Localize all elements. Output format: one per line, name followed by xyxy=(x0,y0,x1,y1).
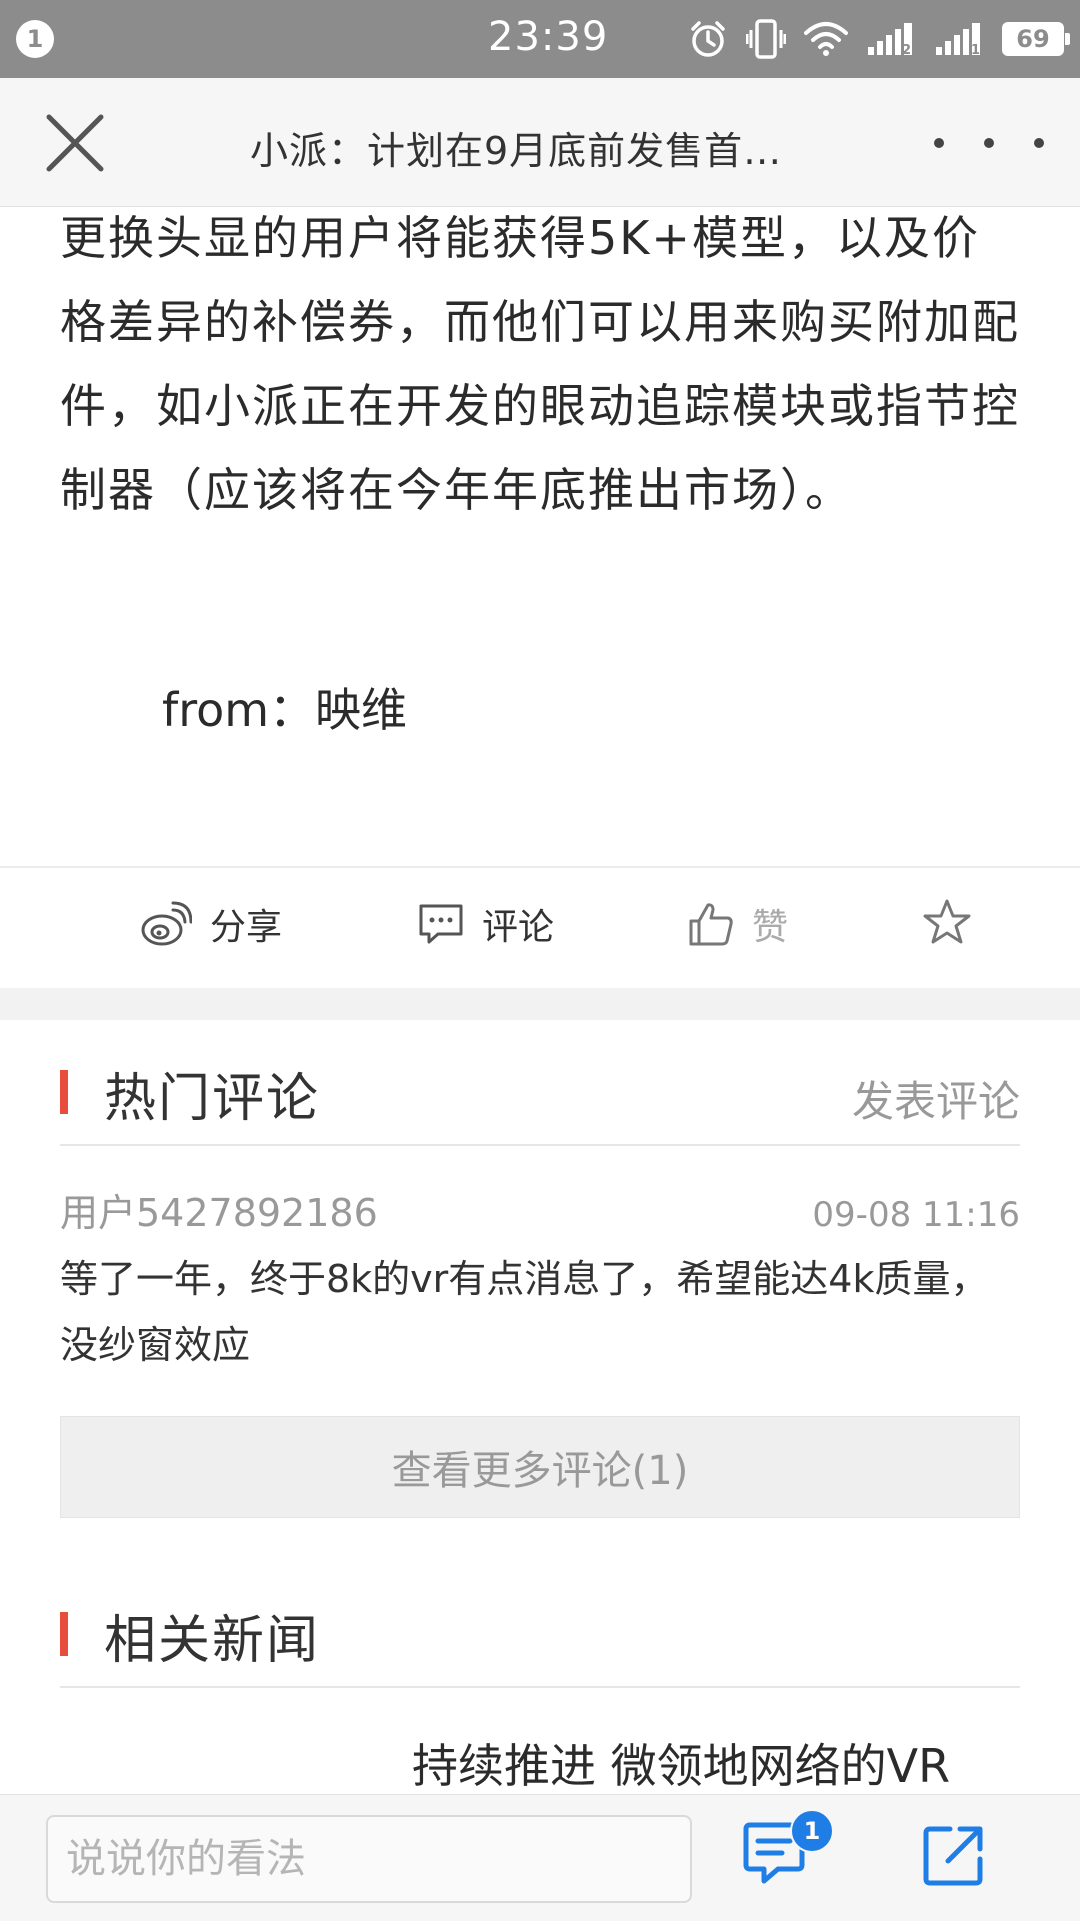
more-dot-icon xyxy=(1034,138,1044,148)
sim2-label: 2 xyxy=(902,43,911,57)
page-title: 小派：计划在9月底前发售首… xyxy=(250,129,783,173)
share-weibo-button[interactable]: 分享 xyxy=(140,898,282,950)
more-dot-icon xyxy=(934,138,944,148)
star-icon xyxy=(923,899,971,944)
hot-comments-header: 热门评论 发表评论 xyxy=(60,1034,1020,1146)
article-paragraph: 更换头显的用户将能获得5K+模型，以及价格差异的补偿券，而他们可以用来购买附加配… xyxy=(60,211,1020,517)
view-more-comments-button[interactable]: 查看更多评论(1) xyxy=(60,1416,1020,1518)
section-separator xyxy=(0,988,1080,1020)
share-label: 分享 xyxy=(210,907,283,948)
article-body: 更换头显的用户将能获得5K+模型，以及价格差异的补偿券，而他们可以用来购买附加配… xyxy=(0,206,1080,866)
section-accent-bar xyxy=(60,1612,68,1656)
more-dot-icon xyxy=(984,138,994,148)
notification-count-badge: 1 xyxy=(16,20,54,58)
comment-action-label: 评论 xyxy=(482,907,555,948)
related-news-title: 相关新闻 xyxy=(104,1611,321,1671)
section-accent-bar xyxy=(60,1070,68,1114)
article-action-bar: 分享 评论 赞 xyxy=(0,866,1080,990)
alarm-icon xyxy=(691,21,725,57)
like-button[interactable]: 赞 xyxy=(688,898,788,950)
more-options-button[interactable] xyxy=(934,118,1044,168)
signal-sim2-icon: 2 xyxy=(868,23,912,57)
vibrate-icon xyxy=(746,19,786,59)
status-time: 23:39 xyxy=(488,14,609,60)
comment-icon xyxy=(419,904,463,944)
post-comment-link[interactable]: 发表评论 xyxy=(852,1068,1020,1129)
battery-indicator: 69 xyxy=(1002,22,1070,56)
news-title: 持续推进 微领地网络的VR xyxy=(412,1739,951,1793)
status-bar: 1 23:39 2 1 69 xyxy=(0,0,1080,78)
comment-action-button[interactable]: 评论 xyxy=(418,898,554,950)
weibo-icon xyxy=(141,901,192,946)
close-button[interactable] xyxy=(38,106,112,180)
like-label: 赞 xyxy=(752,907,789,948)
hot-comments-title: 热门评论 xyxy=(104,1069,321,1129)
status-icons: 2 1 69 xyxy=(688,14,1070,64)
wifi-icon xyxy=(804,22,848,56)
share-icon xyxy=(923,1826,983,1886)
comment-timestamp: 09-08 11:16 xyxy=(812,1195,1020,1235)
comment-input[interactable] xyxy=(46,1815,692,1903)
comment-text: 等了一年，终于8k的vr有点消息了，希望能达4k质量，没纱窗效应 xyxy=(60,1257,989,1367)
signal-sim1-icon: 1 xyxy=(936,23,980,57)
bottom-comment-bar: 1 xyxy=(0,1794,1080,1921)
share-button[interactable] xyxy=(918,1821,994,1897)
article-source: from：映维 xyxy=(162,683,408,737)
title-bar: 小派：计划在9月底前发售首… xyxy=(0,78,1080,207)
thumbs-up-icon xyxy=(689,903,733,946)
comment-username[interactable]: 用户5427892186 xyxy=(60,1182,378,1237)
sim1-label: 1 xyxy=(971,43,980,57)
close-icon xyxy=(46,114,104,172)
favorite-button[interactable] xyxy=(922,898,972,946)
comment-count-badge: 1 xyxy=(790,1809,834,1853)
related-news-header: 相关新闻 xyxy=(60,1576,1020,1688)
comments-list-button[interactable]: 1 xyxy=(740,1809,834,1899)
